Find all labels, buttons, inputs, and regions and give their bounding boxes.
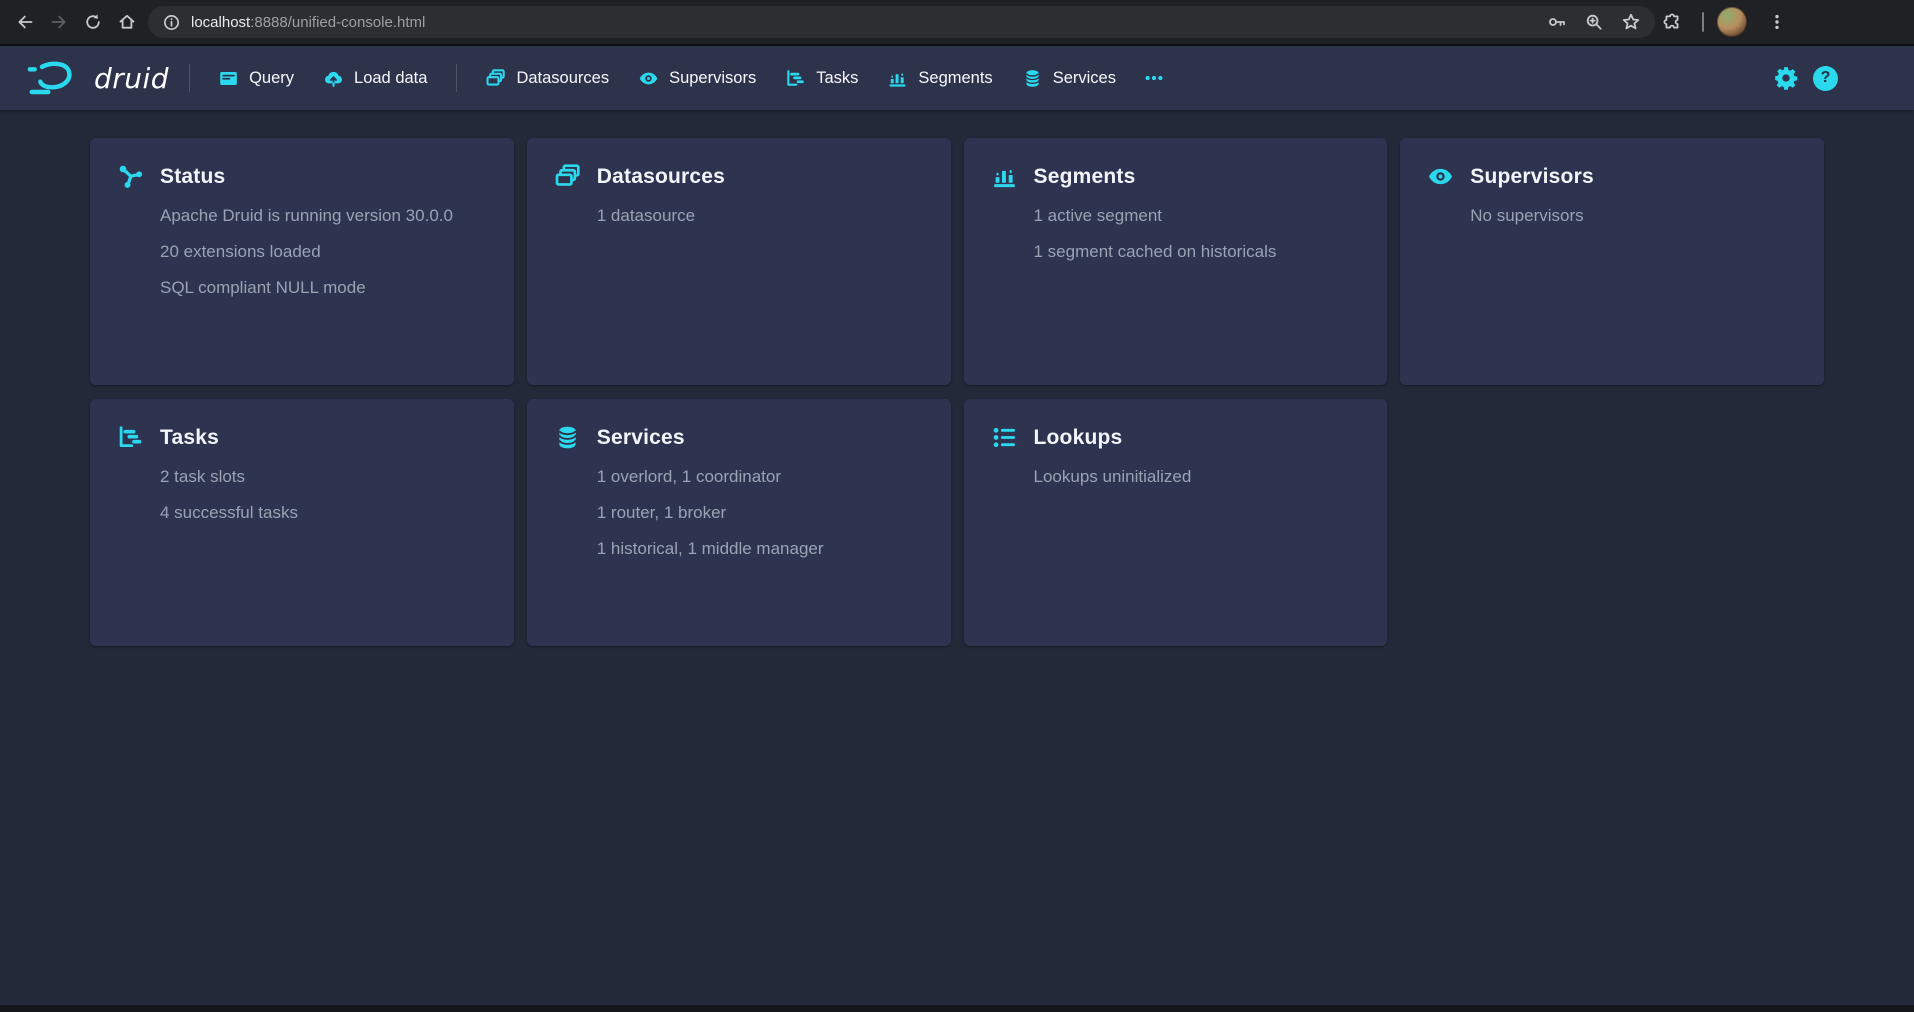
card-header: Segments [992, 164, 1360, 189]
help-button[interactable]: ? [1813, 66, 1838, 91]
card-segments[interactable]: Segments 1 active segment 1 segment cache… [964, 138, 1388, 385]
card-line: SQL compliant NULL mode [160, 278, 486, 298]
graph-icon [118, 164, 143, 189]
extensions-icon[interactable] [1655, 5, 1689, 39]
card-line: Lookups uninitialized [1034, 467, 1360, 487]
toolbar-right [1655, 5, 1794, 39]
home-view: Status Apache Druid is running version 3… [0, 110, 1914, 1005]
card-line: 1 historical, 1 middle manager [597, 539, 923, 559]
druid-navbar: druid Query Load data Datasources Superv… [0, 46, 1914, 110]
nav-item-label: Supervisors [669, 69, 756, 88]
browser-toolbar: localhost:8888/unified-console.html [0, 0, 1914, 46]
nav-item-tasks[interactable]: Tasks [771, 58, 873, 98]
gantt-chart-icon [118, 425, 143, 450]
nav-more-button[interactable] [1131, 58, 1177, 98]
nav-item-services[interactable]: Services [1008, 58, 1131, 98]
back-icon[interactable] [8, 5, 42, 39]
card-header: Tasks [118, 425, 486, 450]
nav-item-label: Datasources [516, 69, 609, 88]
app-window: localhost:8888/unified-console.html [0, 0, 1914, 1012]
nav-item-label: Query [249, 69, 294, 88]
bottom-strip [0, 1005, 1914, 1012]
card-datasources[interactable]: Datasources 1 datasource [527, 138, 951, 385]
card-line: 2 task slots [160, 467, 486, 487]
profile-avatar[interactable] [1717, 7, 1747, 37]
reload-icon[interactable] [76, 5, 110, 39]
card-header: Services [555, 425, 923, 450]
forward-icon[interactable] [42, 5, 76, 39]
multi-pane-icon [486, 69, 505, 88]
navbar-separator [189, 64, 190, 92]
navbar-separator [456, 64, 457, 92]
address-bar[interactable]: localhost:8888/unified-console.html [148, 6, 1655, 38]
multi-pane-icon [555, 164, 580, 189]
card-header: Datasources [555, 164, 923, 189]
bar-chart-icon [888, 69, 907, 88]
card-line: 1 segment cached on historicals [1034, 242, 1360, 262]
card-supervisors[interactable]: Supervisors No supervisors [1400, 138, 1824, 385]
card-services[interactable]: Services 1 overlord, 1 coordinator 1 rout… [527, 399, 951, 646]
address-bar-actions [1547, 12, 1641, 32]
druid-logo[interactable]: druid [20, 58, 175, 98]
card-tasks[interactable]: Tasks 2 task slots 4 successful tasks [90, 399, 514, 646]
card-line: 20 extensions loaded [160, 242, 486, 262]
bookmark-star-icon[interactable] [1621, 12, 1641, 32]
nav-item-label: Tasks [816, 69, 858, 88]
druid-logo-icon [26, 58, 84, 98]
card-header: Status [118, 164, 486, 189]
card-line: 1 datasource [597, 206, 923, 226]
card-line: Apache Druid is running version 30.0.0 [160, 206, 486, 226]
card-line: 1 router, 1 broker [597, 503, 923, 523]
card-title: Supervisors [1470, 165, 1594, 189]
url-path: :8888/unified-console.html [250, 14, 425, 31]
nav-primary-group: Query Load data [204, 58, 442, 98]
cloud-upload-icon [324, 69, 343, 88]
card-lookups[interactable]: Lookups Lookups uninitialized [964, 399, 1388, 646]
nav-item-supervisors[interactable]: Supervisors [624, 58, 771, 98]
database-icon [555, 425, 580, 450]
bar-chart-icon [992, 164, 1017, 189]
password-key-icon[interactable] [1547, 12, 1567, 32]
card-header: Supervisors [1428, 164, 1796, 189]
card-header: Lookups [992, 425, 1360, 450]
properties-icon [992, 425, 1017, 450]
nav-item-load-data[interactable]: Load data [309, 58, 442, 98]
url-text: localhost:8888/unified-console.html [191, 14, 1535, 31]
home-icon[interactable] [110, 5, 144, 39]
nav-item-datasources[interactable]: Datasources [471, 58, 624, 98]
zoom-icon[interactable] [1584, 12, 1604, 32]
toolbar-separator [1702, 12, 1704, 32]
nav-secondary-group: Datasources Supervisors Tasks Segments S… [471, 58, 1131, 98]
card-title: Segments [1034, 165, 1136, 189]
brand-wordmark: druid [94, 62, 169, 95]
card-status[interactable]: Status Apache Druid is running version 3… [90, 138, 514, 385]
card-title: Tasks [160, 426, 219, 450]
card-title: Datasources [597, 165, 725, 189]
nav-item-query[interactable]: Query [204, 58, 309, 98]
settings-cog-icon[interactable] [1773, 65, 1799, 91]
card-title: Services [597, 426, 685, 450]
more-icon [1144, 68, 1164, 88]
help-glyph: ? [1821, 69, 1831, 87]
database-icon [1023, 69, 1042, 88]
nav-item-label: Segments [918, 69, 992, 88]
gantt-chart-icon [786, 69, 805, 88]
nav-item-segments[interactable]: Segments [873, 58, 1007, 98]
card-line: 1 overlord, 1 coordinator [597, 467, 923, 487]
navbar-right: ? [1773, 65, 1894, 91]
card-title: Status [160, 165, 225, 189]
nav-item-label: Load data [354, 69, 427, 88]
card-line: 4 successful tasks [160, 503, 486, 523]
browser-menu-icon[interactable] [1760, 5, 1794, 39]
application-icon [219, 69, 238, 88]
url-host: localhost [191, 14, 250, 31]
card-line: 1 active segment [1034, 206, 1360, 226]
nav-item-label: Services [1053, 69, 1116, 88]
card-line: No supervisors [1470, 206, 1796, 226]
eye-icon [1428, 164, 1453, 189]
card-title: Lookups [1034, 426, 1123, 450]
page-info-icon[interactable] [162, 13, 181, 32]
eye-icon [639, 69, 658, 88]
